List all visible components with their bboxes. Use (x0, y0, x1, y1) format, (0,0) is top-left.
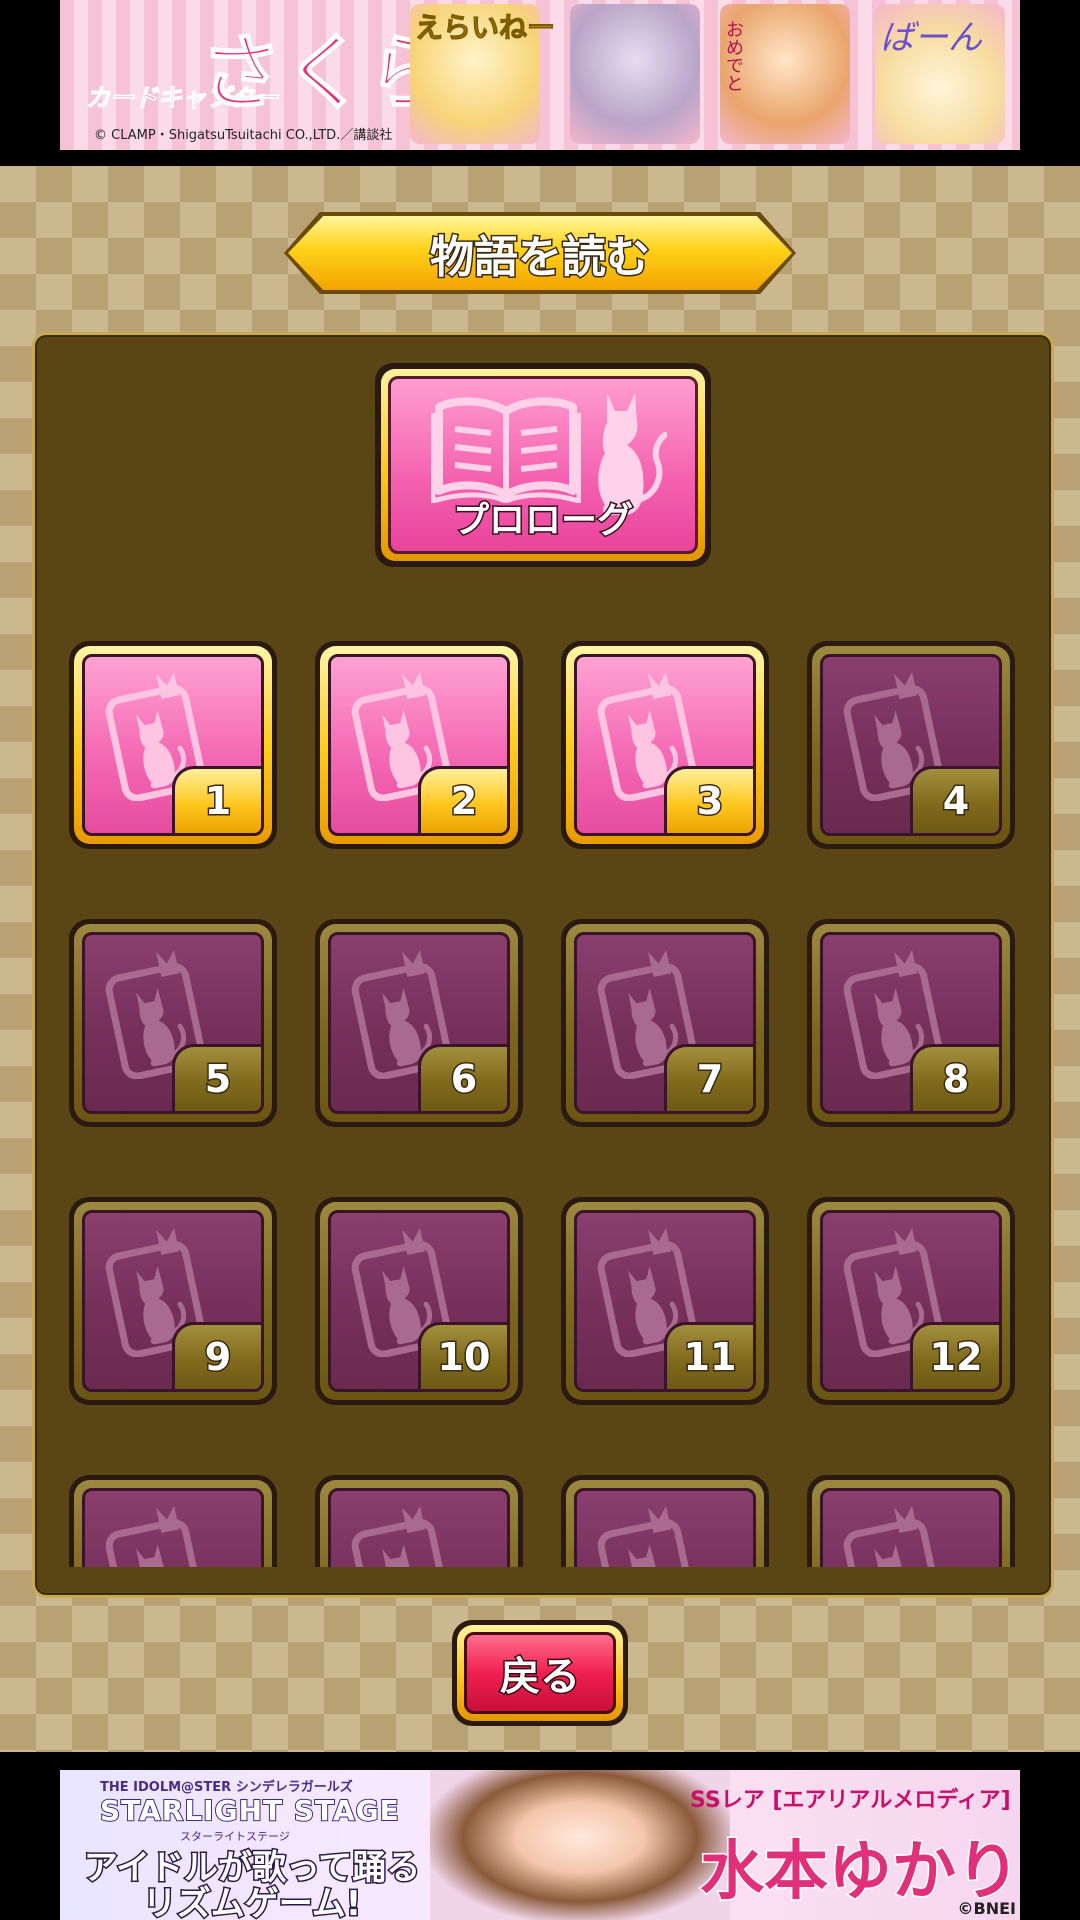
chapter-face: 11 (574, 1210, 756, 1392)
chapter-number: 5 (172, 1044, 261, 1111)
chapter-frame: 1 (74, 646, 272, 844)
chapter-number: 10 (418, 1322, 507, 1389)
ad-rarity-title: [エアリアルメロディア] (772, 1788, 1011, 1813)
back-button-frame: 戻る (457, 1625, 623, 1721)
top-ad-banner[interactable]: カードキャプター さくら © CLAMP・ShigatsuTsuitachi C… (60, 0, 1020, 150)
page-title: 物語を読む (429, 231, 652, 285)
ad-character-caption-1: えらいねー (414, 11, 556, 45)
chapter-face: 9 (82, 1210, 264, 1392)
chapter-face: 3 (574, 654, 756, 836)
chapter-face: 1 (82, 654, 264, 836)
chapter-button-8[interactable]: 8 (807, 919, 1015, 1127)
story-book-cat-icon (597, 1505, 698, 1567)
chapter-button-6[interactable]: 6 (315, 919, 523, 1127)
chapter-frame: 6 (320, 924, 518, 1122)
ad-copyright: © CLAMP・ShigatsuTsuitachi CO.,LTD.／講談社 (94, 128, 393, 143)
chapter-button-5[interactable]: 5 (69, 919, 277, 1127)
chapter-face (574, 1488, 756, 1567)
chapter-button-7[interactable]: 7 (561, 919, 769, 1127)
chapter-button-10[interactable]: 10 (315, 1197, 523, 1405)
ad-brand-line2: STARLIGHT STAGE (99, 1793, 400, 1828)
open-book-icon (431, 397, 581, 503)
chapter-frame: 3 (566, 646, 764, 844)
prologue-label: プロローグ (451, 499, 634, 543)
chapter-number: 9 (172, 1322, 261, 1389)
ad-rarity-prefix: SSレア (690, 1788, 765, 1813)
chapter-frame: 12 (812, 1202, 1010, 1400)
chapter-frame (74, 1480, 272, 1567)
prologue-button[interactable]: プロローグ (375, 363, 711, 567)
chapter-frame: 8 (812, 924, 1010, 1122)
chapter-frame: 2 (320, 646, 518, 844)
chapter-frame (566, 1480, 764, 1567)
chapter-frame (812, 1480, 1010, 1567)
back-button-label: 戻る (464, 1632, 616, 1714)
ad-copyright-bottom: ©BNEI (957, 1899, 1016, 1918)
chapter-frame: 7 (566, 924, 764, 1122)
chapter-button-2[interactable]: 2 (315, 641, 523, 849)
ad-idol-portrait (430, 1770, 730, 1920)
chapter-frame (320, 1480, 518, 1567)
chapter-face: 12 (820, 1210, 1002, 1392)
chapter-number: 1 (172, 766, 261, 833)
chapter-face (820, 1488, 1002, 1567)
ad-brand-line1: THE IDOLM@STER シンデレラガールズ (100, 1780, 353, 1795)
chapter-number: 11 (664, 1322, 753, 1389)
prologue-face: プロローグ (388, 376, 698, 554)
chapter-button-16[interactable] (807, 1475, 1015, 1567)
ad-tagline: アイドルが歌って踊るリズムゲーム! (82, 1848, 422, 1920)
chapter-frame: 4 (812, 646, 1010, 844)
story-panel: プロローグ 1 2 3 4 5 6 7 8 9 10 11 12 (32, 332, 1054, 1598)
chapter-button-15[interactable] (561, 1475, 769, 1567)
chapter-face: 10 (328, 1210, 510, 1392)
chapter-number: 6 (418, 1044, 507, 1111)
chapter-frame: 10 (320, 1202, 518, 1400)
chapter-face: 6 (328, 932, 510, 1114)
chapter-face (328, 1488, 510, 1567)
story-book-cat-icon (351, 1505, 452, 1567)
ad-character-image-2 (570, 4, 700, 144)
story-book-cat-icon (105, 1505, 206, 1567)
chapter-number: 2 (418, 766, 507, 833)
chapter-button-9[interactable]: 9 (69, 1197, 277, 1405)
chapter-number: 12 (910, 1322, 999, 1389)
chapter-face: 2 (328, 654, 510, 836)
chapter-face: 8 (820, 932, 1002, 1114)
ad-character-caption-4: ばーん (880, 18, 982, 58)
chapter-button-11[interactable]: 11 (561, 1197, 769, 1405)
chapter-face: 7 (574, 932, 756, 1114)
chapter-number: 4 (910, 766, 999, 833)
chapter-button-3[interactable]: 3 (561, 641, 769, 849)
ad-character-caption-3: おめでと (723, 20, 744, 92)
chapter-button-13[interactable] (69, 1475, 277, 1567)
back-button[interactable]: 戻る (452, 1620, 628, 1726)
chapter-face: 4 (820, 654, 1002, 836)
ad-brand-line3: スターライトステージ (180, 1830, 290, 1843)
chapter-button-1[interactable]: 1 (69, 641, 277, 849)
chapter-number: 8 (910, 1044, 999, 1111)
chapter-frame: 5 (74, 924, 272, 1122)
story-book-cat-icon (843, 1505, 944, 1567)
chapter-face (82, 1488, 264, 1567)
chapter-button-4[interactable]: 4 (807, 641, 1015, 849)
chapter-button-12[interactable]: 12 (807, 1197, 1015, 1405)
prologue-frame: プロローグ (381, 369, 705, 561)
chapter-number: 3 (664, 766, 753, 833)
page-title-ribbon: 物語を読む (284, 212, 796, 294)
chapter-face: 5 (82, 932, 264, 1114)
chapter-scroll-area[interactable]: プロローグ 1 2 3 4 5 6 7 8 9 10 11 12 (35, 335, 1051, 1567)
chapter-frame: 9 (74, 1202, 272, 1400)
chapter-number: 7 (664, 1044, 753, 1111)
chapter-button-14[interactable] (315, 1475, 523, 1567)
ad-rarity: SSレア [エアリアルメロディア] (690, 1782, 1011, 1814)
chapter-frame: 11 (566, 1202, 764, 1400)
bottom-ad-banner[interactable]: THE IDOLM@STER シンデレラガールズ STARLIGHT STAGE… (60, 1770, 1020, 1920)
